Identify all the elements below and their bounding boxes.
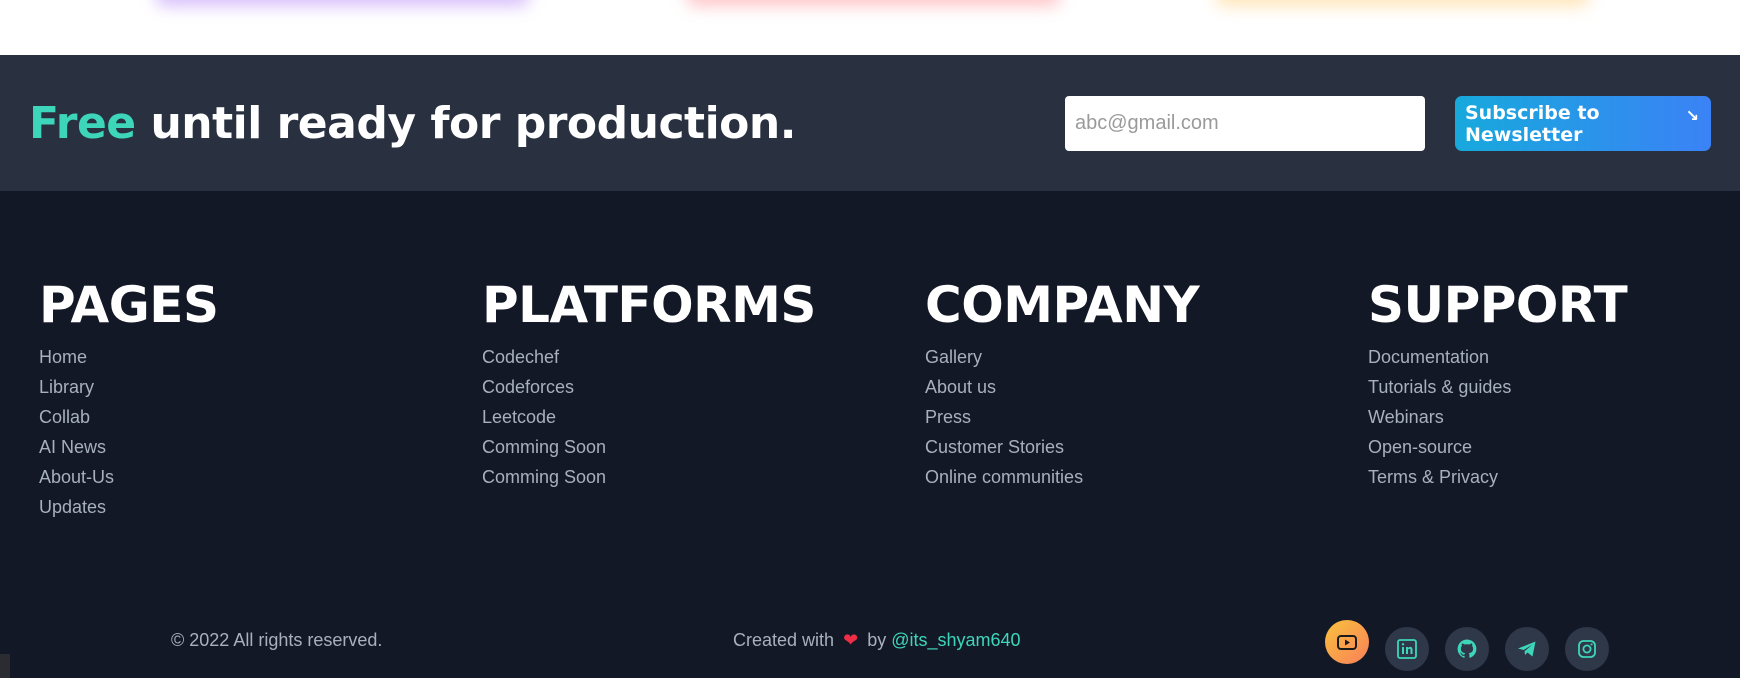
- created-prefix: Created with: [733, 630, 835, 650]
- footer-link-about[interactable]: About us: [925, 372, 1199, 402]
- footer-link-online-communities[interactable]: Online communities: [925, 462, 1199, 492]
- footer-link-gallery[interactable]: Gallery: [925, 342, 1199, 372]
- author-handle-link[interactable]: @its_shyam640: [891, 630, 1020, 650]
- footer-link-about-us[interactable]: About-Us: [39, 462, 218, 492]
- linkedin-button[interactable]: [1385, 627, 1429, 671]
- footer-link-customer-stories[interactable]: Customer Stories: [925, 432, 1199, 462]
- footer-link-ai-news[interactable]: AI News: [39, 432, 218, 462]
- footer-link-codechef[interactable]: Codechef: [482, 342, 816, 372]
- copyright-text: © 2022 All rights reserved.: [171, 630, 383, 650]
- heart-icon: ❤: [843, 630, 859, 650]
- newsletter-title-rest: until ready for production.: [135, 98, 796, 149]
- youtube-icon: [1337, 635, 1357, 650]
- footer-column-company: COMPANY Gallery About us Press Customer …: [925, 272, 1200, 492]
- newsletter-title: Free until ready for production.: [29, 98, 796, 149]
- previous-section-strip: [0, 0, 1740, 55]
- column-heading: PLATFORMS: [482, 276, 816, 334]
- instagram-button[interactable]: [1565, 627, 1609, 671]
- footer-column-pages: PAGES Home Library Collab AI News About-…: [39, 272, 219, 522]
- footer-link-press[interactable]: Press: [925, 402, 1199, 432]
- footer-column-platforms: PLATFORMS Codechef Codeforces Leetcode C…: [482, 272, 816, 492]
- footer-column-support: SUPPORT Documentation Tutorials & guides…: [1368, 272, 1628, 492]
- instagram-icon: [1578, 640, 1596, 658]
- subscribe-button-label: Subscribe to Newsletter: [1465, 101, 1600, 146]
- resize-handle: [0, 654, 10, 678]
- github-icon: [1457, 639, 1477, 658]
- card-glow-purple: [155, 0, 530, 6]
- footer-link-tutorials[interactable]: Tutorials & guides: [1368, 372, 1627, 402]
- footer-link-coming-soon-2[interactable]: Comming Soon: [482, 462, 816, 492]
- column-heading: PAGES: [39, 276, 219, 334]
- footer-link-terms-privacy[interactable]: Terms & Privacy: [1368, 462, 1627, 492]
- footer-link-collab[interactable]: Collab: [39, 402, 218, 432]
- youtube-button[interactable]: [1325, 620, 1369, 664]
- telegram-icon: [1518, 641, 1536, 657]
- card-glow-orange: [1215, 0, 1590, 6]
- newsletter-title-accent: Free: [29, 98, 136, 149]
- footer-link-coming-soon-1[interactable]: Comming Soon: [482, 432, 816, 462]
- footer-link-updates[interactable]: Updates: [39, 492, 218, 522]
- created-with-credits: Created with ❤ by @its_shyam640: [733, 630, 1021, 651]
- telegram-button[interactable]: [1505, 627, 1549, 671]
- column-heading: COMPANY: [925, 276, 1200, 334]
- footer-link-codeforces[interactable]: Codeforces: [482, 372, 816, 402]
- created-by: by: [867, 630, 887, 650]
- linkedin-icon: [1397, 639, 1417, 659]
- subscribe-button[interactable]: Subscribe to Newsletter ↘: [1455, 96, 1711, 151]
- newsletter-band: Free until ready for production. Subscri…: [0, 55, 1740, 191]
- arrow-down-right-icon: ↘: [1685, 106, 1699, 125]
- footer-link-library[interactable]: Library: [39, 372, 218, 402]
- email-input[interactable]: [1065, 96, 1425, 151]
- footer-link-open-source[interactable]: Open-source: [1368, 432, 1627, 462]
- github-button[interactable]: [1445, 627, 1489, 671]
- footer-link-documentation[interactable]: Documentation: [1368, 342, 1627, 372]
- card-glow-pink: [686, 0, 1061, 6]
- footer-link-leetcode[interactable]: Leetcode: [482, 402, 816, 432]
- footer-link-home[interactable]: Home: [39, 342, 218, 372]
- footer-link-webinars[interactable]: Webinars: [1368, 402, 1627, 432]
- column-heading: SUPPORT: [1368, 276, 1628, 334]
